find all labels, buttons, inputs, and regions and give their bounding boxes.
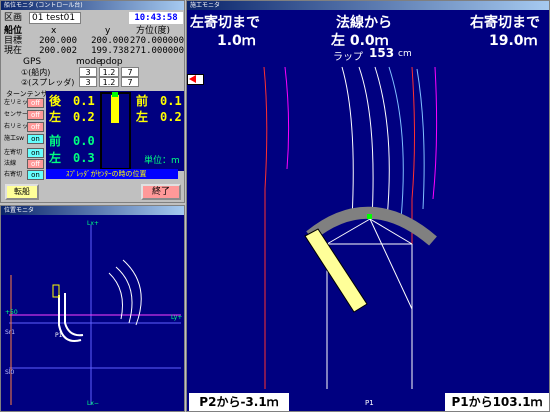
sensor-toggle[interactable]: off xyxy=(27,110,44,120)
gps-row1-n: 7 xyxy=(121,67,139,77)
readout-front-value: 0.1 xyxy=(160,94,182,108)
gps-row2-pdop: 1.2 xyxy=(99,77,119,87)
map-label-sl: Sl0 xyxy=(5,369,15,376)
spreader-marker xyxy=(112,92,118,97)
switch-label-right-cut: 右寄切 xyxy=(4,171,23,178)
left-cut-toggle[interactable]: on xyxy=(27,148,44,158)
map-label-y: +50 xyxy=(5,309,18,316)
gps-row2-label: ②(スプレッダ) xyxy=(21,78,75,87)
nav-arrow-head-icon xyxy=(189,75,196,83)
map-label-right: Ly+ xyxy=(171,314,183,321)
right-cut-value: 19.0ｍ xyxy=(489,33,538,49)
left-limit-toggle[interactable]: off xyxy=(27,98,44,108)
readout-left1-value: 0.2 xyxy=(73,110,95,124)
switch-label-sensor: センサー xyxy=(4,111,29,118)
nav-direction-arrow[interactable] xyxy=(187,74,204,85)
work-window-title: 施工モニタ xyxy=(187,1,549,10)
readout-left2-label: 左 xyxy=(136,110,149,124)
work-window: 施工モニタ 左寄切まで 1.0ｍ 法線から 左 0.0ｍ 右寄切まで 19.0ｍ… xyxy=(186,0,550,412)
p1-label: P1 xyxy=(365,399,374,407)
gps-row1-mode: 3 xyxy=(79,67,97,77)
left-cut-title: 左寄切まで xyxy=(190,15,260,31)
right-cut-toggle[interactable]: on xyxy=(27,170,44,180)
switch-label-work: 施工sw xyxy=(4,135,25,142)
work-canvas xyxy=(263,66,438,389)
work-toggle[interactable]: on xyxy=(27,134,44,144)
normal-toggle[interactable]: off xyxy=(27,159,44,169)
lap-value: 153 xyxy=(369,46,395,60)
switch-label-left-cut: 左寄切 xyxy=(4,149,23,156)
status-bar: ｽﾌﾟﾚｯﾀﾞがｾﾝﾀｰの時の位置 xyxy=(46,169,178,179)
gps-row2-mode: 3 xyxy=(79,77,97,87)
end-button[interactable]: 終了 xyxy=(141,184,181,200)
readout-left3-value: 0.3 xyxy=(73,151,95,165)
gps-row2-n: 7 xyxy=(121,77,139,87)
right-limit-toggle[interactable]: off xyxy=(27,122,44,132)
readout-left1-label: 左 xyxy=(49,110,62,124)
area-field[interactable]: 01 test01 xyxy=(29,12,81,24)
map-label-sr: Sr1 xyxy=(5,329,16,336)
readout-front2-label: 前 xyxy=(49,134,62,148)
map-label-bottom: Lx− xyxy=(87,400,99,407)
current-label: 現在 xyxy=(4,46,23,56)
clock: 10:43:58 xyxy=(129,12,183,24)
nav-window: 船位モニタ (コントロール台) 区画 01 test01 10:43:58 船位… xyxy=(0,0,185,203)
map-window-title: 位置モニタ xyxy=(1,206,184,215)
readout-left2-value: 0.2 xyxy=(160,110,182,124)
map-label-top: Lx+ xyxy=(87,220,99,227)
lap-unit: cm xyxy=(398,49,412,59)
turn-button[interactable]: 転船 xyxy=(5,184,39,200)
spreader-bar xyxy=(111,95,119,123)
current-dir: 271.000000 xyxy=(129,46,184,56)
readout-front-label: 前 xyxy=(136,94,149,108)
normal-title: 法線から xyxy=(336,15,392,31)
map-label-p1: P1 xyxy=(55,332,63,339)
current-x: 200.002 xyxy=(39,46,77,56)
readout-back-value: 0.1 xyxy=(73,94,95,108)
current-y: 199.738 xyxy=(91,46,129,56)
position-map xyxy=(9,225,181,405)
p1-distance-box: P1から103.1ｍ xyxy=(445,393,549,411)
nav-window-title: 船位モニタ (コントロール台) xyxy=(1,1,184,10)
left-cut-value: 1.0ｍ xyxy=(217,33,256,49)
readout-back-label: 後 xyxy=(49,94,62,108)
readout-left3-label: 左 xyxy=(49,151,62,165)
gps-row1-pdop: 1.2 xyxy=(99,67,119,77)
unit-label: 単位：m xyxy=(144,156,180,166)
p2-distance-box: P2から-3.1ｍ xyxy=(189,393,289,411)
area-label: 区画 xyxy=(4,13,23,23)
map-window: 位置モニタ Lx+ Lx− Ly+ +50 Sr1 Sl0 P1 xyxy=(0,205,185,412)
right-cut-title: 右寄切まで xyxy=(470,15,540,31)
readout-front2-value: 0.0 xyxy=(73,134,95,148)
switch-label-normal: 法線 xyxy=(4,160,17,167)
